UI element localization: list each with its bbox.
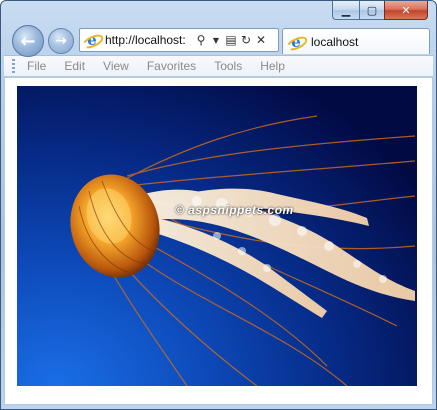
maximize-button[interactable]: ▢	[359, 1, 384, 20]
dropdown-icon[interactable]: ▼	[209, 36, 223, 45]
forward-button[interactable]: →	[48, 28, 74, 54]
refresh-icon[interactable]: ↻	[239, 33, 253, 47]
minimize-icon: ▁	[341, 3, 351, 17]
menu-item-edit[interactable]: Edit	[64, 59, 85, 73]
compatibility-icon[interactable]: ▤	[224, 33, 238, 47]
watermark-text: © aspsnippets.com	[175, 203, 294, 217]
address-text[interactable]: http://localhost:	[105, 33, 193, 47]
browser-window: ▁ ▢ ✕ ← → e http://localhost: ⚲ ▼ ▤ ↻ ✕ …	[0, 0, 437, 410]
close-icon: ✕	[401, 3, 411, 17]
menu-item-tools[interactable]: Tools	[214, 59, 242, 73]
ie-logo-icon: e	[84, 31, 100, 49]
minimize-button[interactable]: ▁	[332, 1, 359, 20]
menu-item-file[interactable]: File	[27, 59, 46, 73]
jellyfish-illustration	[70, 115, 416, 386]
arrow-right-icon: →	[55, 33, 67, 49]
menu-item-help[interactable]: Help	[260, 59, 285, 73]
back-button[interactable]: ←	[12, 25, 44, 57]
tab-label: localhost	[311, 34, 359, 49]
menu-bar: File Edit View Favorites Tools Help	[4, 55, 433, 77]
ie-logo-icon: e	[288, 33, 304, 51]
search-icon[interactable]: ⚲	[194, 33, 208, 47]
maximize-icon: ▢	[366, 3, 378, 17]
address-bar[interactable]: e http://localhost: ⚲ ▼ ▤ ↻ ✕	[79, 28, 279, 52]
menu-item-view[interactable]: View	[103, 59, 129, 73]
page-content: © aspsnippets.com	[4, 77, 433, 405]
caption-buttons: ▁ ▢ ✕	[332, 1, 428, 20]
menu-item-favorites[interactable]: Favorites	[147, 59, 196, 73]
jellyfish-image: © aspsnippets.com	[17, 86, 417, 386]
close-button[interactable]: ✕	[384, 1, 428, 20]
stop-icon[interactable]: ✕	[254, 33, 268, 47]
arrow-left-icon: ←	[20, 30, 36, 52]
toolbar-grip[interactable]	[12, 59, 15, 73]
tab-localhost[interactable]: e localhost	[282, 28, 430, 54]
